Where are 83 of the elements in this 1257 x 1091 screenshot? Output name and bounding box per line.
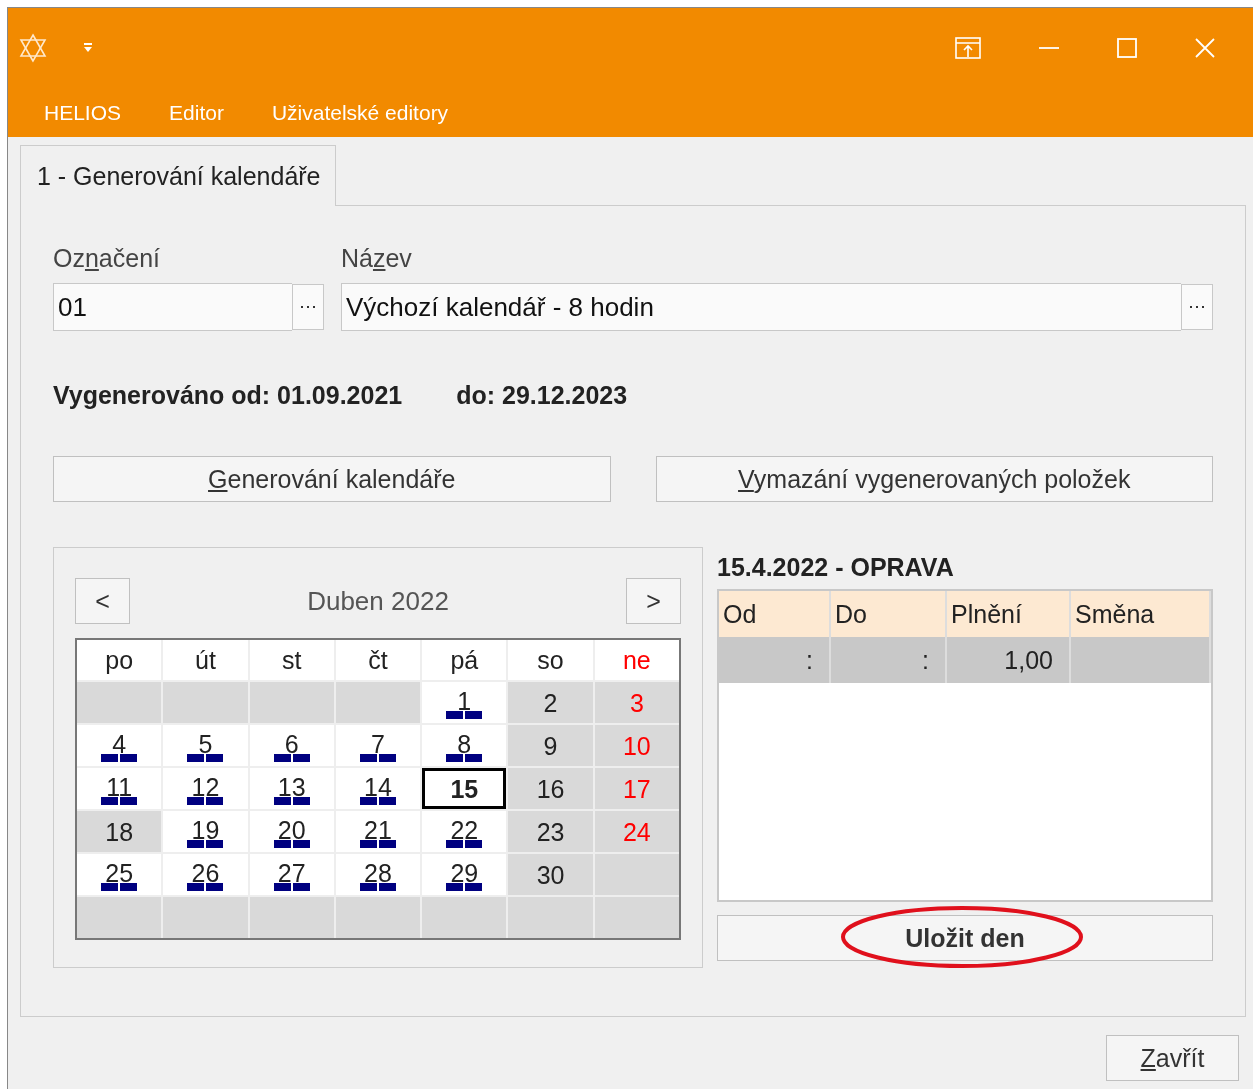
workday-marker-icon	[360, 753, 396, 762]
weekday-header: pá	[422, 640, 507, 680]
table-row[interactable]: : : 1,00	[719, 637, 1211, 683]
workday-marker-icon	[187, 796, 224, 805]
field-label: Název	[341, 244, 413, 273]
workday-marker-icon	[187, 882, 224, 891]
restore-window-icon[interactable]	[955, 37, 981, 59]
calendar-day[interactable]: 30	[508, 854, 593, 895]
weekday-header: st	[249, 640, 334, 680]
calendar-day[interactable]: 22	[422, 811, 507, 852]
weekday-header: po	[77, 640, 162, 680]
workday-marker-icon	[187, 753, 224, 762]
ellipsis-button-icon[interactable]	[292, 283, 324, 331]
workday-marker-icon	[273, 753, 310, 762]
calendar-day[interactable]: 9	[508, 725, 593, 766]
calendar-day[interactable]: 27	[249, 854, 334, 895]
next-month-button[interactable]: >	[626, 578, 681, 624]
text-field[interactable]: 01	[53, 283, 292, 331]
calendar-day[interactable]: 5	[163, 725, 248, 766]
table-cell: :	[719, 637, 831, 683]
calendar-day[interactable]: 16	[508, 768, 593, 809]
workday-marker-icon	[273, 796, 310, 805]
calendar-day[interactable]: 23	[508, 811, 593, 852]
field-label: Označení	[53, 244, 162, 273]
generated-from-text: Vygenerováno od: 01.09.2021	[53, 381, 403, 410]
tab[interactable]: 1 - Generování kalendáře	[20, 145, 336, 206]
column-header: Plnění	[947, 591, 1071, 637]
action-button[interactable]: Vymazání vygenerovaných položek	[655, 456, 1213, 502]
calendar-day[interactable]: 28	[335, 854, 421, 895]
calendar-day[interactable]: 18	[77, 811, 162, 852]
table-cell: 1,00	[947, 637, 1071, 683]
star-logo-icon	[18, 33, 48, 63]
calendar-day[interactable]: 4	[77, 725, 162, 766]
workday-marker-icon	[446, 710, 483, 719]
action-button[interactable]: Generování kalendáře	[53, 456, 611, 502]
weekday-header: so	[508, 640, 593, 680]
weekday-header: čt	[335, 640, 421, 680]
day-detail-title: 15.4.2022 - OPRAVA	[717, 553, 955, 583]
close-button[interactable]: Zavřít	[1106, 1035, 1239, 1081]
calendar-day[interactable]: 26	[163, 854, 248, 895]
column-header: Směna	[1071, 591, 1211, 637]
calendar-day[interactable]: 8	[422, 725, 507, 766]
previous-month-button[interactable]: <	[75, 578, 130, 624]
dropdown-icon[interactable]	[82, 42, 94, 54]
calendar-day[interactable]: 6	[249, 725, 334, 766]
month-title: Duben 2022	[307, 585, 449, 617]
calendar-day[interactable]: 7	[335, 725, 421, 766]
table-cell: :	[831, 637, 947, 683]
ellipsis-button-icon[interactable]	[1181, 283, 1213, 331]
calendar-day[interactable]: 20	[249, 811, 334, 852]
workday-marker-icon	[101, 753, 138, 762]
column-header: Do	[831, 591, 947, 637]
workday-marker-icon	[360, 882, 396, 891]
minimize-icon[interactable]	[1039, 46, 1059, 50]
weekday-header: ne	[594, 640, 679, 680]
calendar-day[interactable]: 21	[335, 811, 421, 852]
calendar-day[interactable]: 11	[77, 768, 162, 809]
calendar-day[interactable]: 19	[163, 811, 248, 852]
calendar-day[interactable]: 15	[422, 768, 507, 809]
calendar-day[interactable]: 1	[422, 682, 507, 723]
workday-marker-icon	[446, 839, 483, 848]
text-field[interactable]: Výchozí kalendář - 8 hodin	[341, 283, 1181, 331]
calendar-day[interactable]: 29	[422, 854, 507, 895]
maximize-icon[interactable]	[1117, 38, 1137, 58]
close-icon[interactable]	[1195, 38, 1215, 58]
workday-marker-icon	[273, 882, 310, 891]
workday-marker-icon	[360, 796, 396, 805]
workday-marker-icon	[101, 882, 138, 891]
column-header: Od	[719, 591, 831, 637]
save-day-button[interactable]: Uložit den	[717, 915, 1213, 961]
workday-marker-icon	[446, 882, 483, 891]
workday-marker-icon	[187, 839, 224, 848]
calendar-day[interactable]: 14	[335, 768, 421, 809]
workday-marker-icon	[273, 839, 310, 848]
workday-marker-icon	[446, 753, 483, 762]
workday-marker-icon	[360, 839, 396, 848]
calendar-day[interactable]: 13	[249, 768, 334, 809]
workday-marker-icon	[101, 796, 138, 805]
generated-to-text: do: 29.12.2023	[456, 381, 628, 410]
calendar-day[interactable]: 2	[508, 682, 593, 723]
weekday-header: út	[163, 640, 248, 680]
calendar-day[interactable]: 25	[77, 854, 162, 895]
calendar-day[interactable]: 12	[163, 768, 248, 809]
